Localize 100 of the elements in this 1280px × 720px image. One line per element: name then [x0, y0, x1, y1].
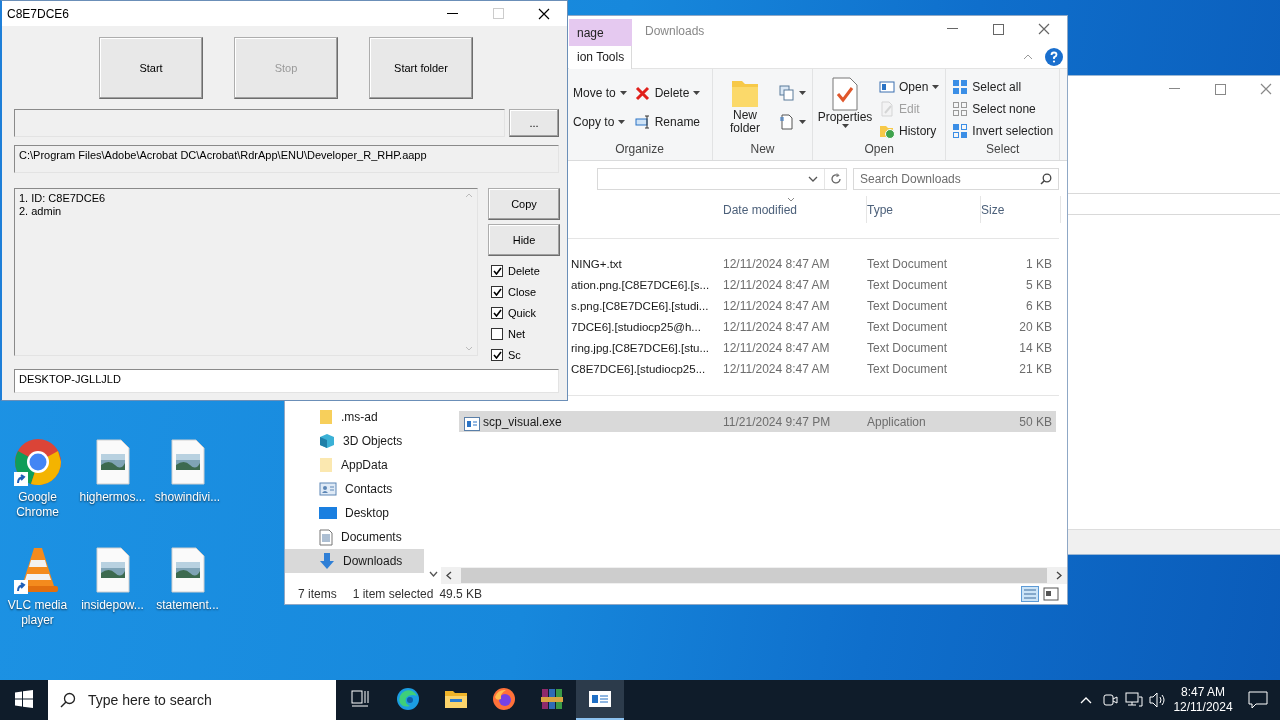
- checkbox[interactable]: [491, 348, 503, 361]
- action-button[interactable]: Start: [99, 37, 203, 99]
- close-icon[interactable]: [538, 7, 550, 20]
- nav-item[interactable]: .ms-ad: [285, 405, 424, 429]
- search-field[interactable]: Search Downloads: [853, 167, 1059, 190]
- maximize-icon[interactable]: [992, 23, 1004, 35]
- checkbox[interactable]: [491, 285, 503, 298]
- date-cell-text: 12/11/2024 8:47 AM: [723, 340, 831, 355]
- log-line: 2. admin: [19, 205, 63, 218]
- ribbon-button[interactable]: Rename: [634, 111, 701, 132]
- log-box[interactable]: 1. ID: C8E7DCE6 2. admin: [14, 188, 478, 356]
- column-header[interactable]: Size: [981, 196, 1061, 223]
- folder-icon: [319, 409, 333, 425]
- tiles-view-icon[interactable]: [1043, 586, 1059, 602]
- action-button[interactable]: Start folder: [369, 37, 473, 99]
- ribbon-button[interactable]: Select none: [952, 99, 1054, 119]
- type-cell-text: Text Document: [867, 277, 949, 292]
- cube-icon: [319, 433, 335, 449]
- file-name: C8E7DCE6].[studiocp25...: [570, 362, 707, 375]
- ribbon-group-label: New: [749, 142, 776, 158]
- file-row[interactable]: scp_visual.exe 11/21/2024 9:47 PM Application 50 KB: [459, 411, 1056, 432]
- scroll-right-icon[interactable]: [1056, 571, 1062, 580]
- nav-item[interactable]: Documents: [285, 525, 424, 549]
- nav-item[interactable]: Downloads: [285, 549, 424, 573]
- nav-item[interactable]: AppData: [285, 453, 424, 477]
- nav-item[interactable]: 3D Objects: [285, 429, 424, 453]
- checkbox[interactable]: [491, 327, 503, 340]
- taskbar-search-field[interactable]: Type here to search: [48, 680, 336, 720]
- taskbar-button[interactable]: [576, 680, 624, 720]
- ribbon-button[interactable]: Select all: [952, 77, 1054, 97]
- task-view-icon: [350, 690, 370, 708]
- path-field[interactable]: C:\Program Files\Adobe\Acrobat DC\Acrobat\RdrApp\ENU\Developer_R_RHP.aapp: [14, 145, 559, 173]
- ribbon-button[interactable]: History: [879, 121, 940, 141]
- checkbox[interactable]: [491, 264, 503, 277]
- horizontal-scrollbar[interactable]: [441, 567, 1067, 584]
- nav-item[interactable]: Contacts: [285, 477, 424, 501]
- file-row[interactable]: s.png.[C8E7DCE6].[studi... 12/11/2024 8:47 AM Text Document 6 KB: [570, 295, 1056, 316]
- file-name: 7DCE6].[studiocp25@h...: [570, 320, 702, 333]
- clock[interactable]: 8:47 AM 12/11/2024: [1170, 685, 1236, 715]
- ribbon-button[interactable]: Delete: [634, 83, 701, 104]
- file-row[interactable]: 7DCE6].[studiocp25@h... 12/11/2024 8:47 AM Text Document 20 KB: [570, 316, 1056, 337]
- clock-time: 8:47 AM: [1181, 685, 1225, 700]
- side-button[interactable]: Hide: [488, 224, 560, 256]
- shortcut-arrow-icon: [13, 580, 28, 594]
- size-cell-text: 6 KB: [1025, 298, 1053, 313]
- ribbon-button[interactable]: New folder: [719, 77, 771, 135]
- ribbon-button[interactable]: Copy to: [573, 111, 627, 132]
- selection-size: 49.5 KB: [439, 587, 483, 601]
- ribbon-button[interactable]: Properties: [819, 77, 871, 128]
- item-count: 7 items: [298, 587, 337, 601]
- desktop-icon-label[interactable]: statement...: [156, 598, 219, 613]
- chevron-up-icon[interactable]: [1080, 696, 1092, 704]
- speaker-icon[interactable]: [1149, 692, 1167, 708]
- checkbox-label: Delete: [508, 264, 540, 277]
- caret-icon: [618, 119, 626, 124]
- type-cell-text: Text Document: [867, 340, 949, 355]
- ribbon-button[interactable]: [779, 111, 806, 132]
- checkbox[interactable]: [491, 306, 503, 319]
- caret-icon: [799, 119, 806, 124]
- side-button[interactable]: Copy: [488, 188, 560, 220]
- maximize-icon[interactable]: [1214, 83, 1226, 95]
- delete-icon: [634, 85, 651, 102]
- ribbon-tab[interactable]: ion Tools: [569, 45, 632, 69]
- checkbox-label: Net: [508, 327, 526, 340]
- file-row[interactable]: ation.png.[C8E7DCE6].[s... 12/11/2024 8:47 AM Text Document 5 KB: [570, 274, 1056, 295]
- browser-icon: [396, 687, 420, 711]
- camera-icon[interactable]: [1102, 692, 1118, 708]
- caret-icon: [841, 124, 849, 128]
- file-row[interactable]: ring.jpg.[C8E7DCE6].[stu... 12/11/2024 8:47 AM Text Document 14 KB: [570, 337, 1056, 358]
- date-cell-text: 12/11/2024 8:47 AM: [723, 319, 831, 334]
- file-row[interactable]: C8E7DCE6].[studiocp25... 12/11/2024 8:47 AM Text Document 21 KB: [570, 358, 1056, 379]
- ribbon-button[interactable]: [779, 83, 806, 104]
- column-header[interactable]: Type: [867, 196, 981, 223]
- date-cell-text: 12/11/2024 8:47 AM: [723, 277, 831, 292]
- ribbon-button[interactable]: Invert selection: [952, 121, 1054, 141]
- input-field[interactable]: [14, 109, 505, 137]
- shortcut-arrow-icon: [13, 472, 28, 486]
- file-row[interactable]: NING+.txt 12/11/2024 8:47 AM Text Document 1 KB: [570, 253, 1056, 274]
- ribbon-group-label: Organize: [614, 142, 665, 158]
- nav-item[interactable]: Desktop: [285, 501, 424, 525]
- minimize-icon[interactable]: [446, 12, 458, 15]
- ribbon-group-label: Open: [863, 142, 895, 158]
- type-cell-text: Text Document: [867, 256, 949, 271]
- scroll-left-icon[interactable]: [446, 571, 452, 580]
- help-icon[interactable]: [1045, 48, 1063, 66]
- network-icon[interactable]: [1125, 692, 1143, 708]
- collapse-caret-icon[interactable]: [1023, 54, 1033, 60]
- file-name: scp_visual.exe: [459, 414, 723, 429]
- caret-icon: [932, 85, 940, 89]
- browse-button[interactable]: ...: [509, 109, 559, 137]
- ribbon-button[interactable]: Move to: [573, 83, 627, 104]
- column-header[interactable]: Date modified: [723, 196, 867, 223]
- search-icon: [60, 692, 76, 708]
- size-cell-text: 5 KB: [1025, 277, 1053, 292]
- grid-icon: [952, 79, 969, 95]
- context-tab[interactable]: nage: [569, 19, 632, 46]
- file-name: s.png.[C8E7DCE6].[studi...: [570, 299, 710, 312]
- ribbon-button[interactable]: Open: [879, 77, 940, 97]
- computer-name-field[interactable]: DESKTOP-JGLLJLD: [14, 369, 559, 393]
- search-icon: [1040, 172, 1052, 185]
